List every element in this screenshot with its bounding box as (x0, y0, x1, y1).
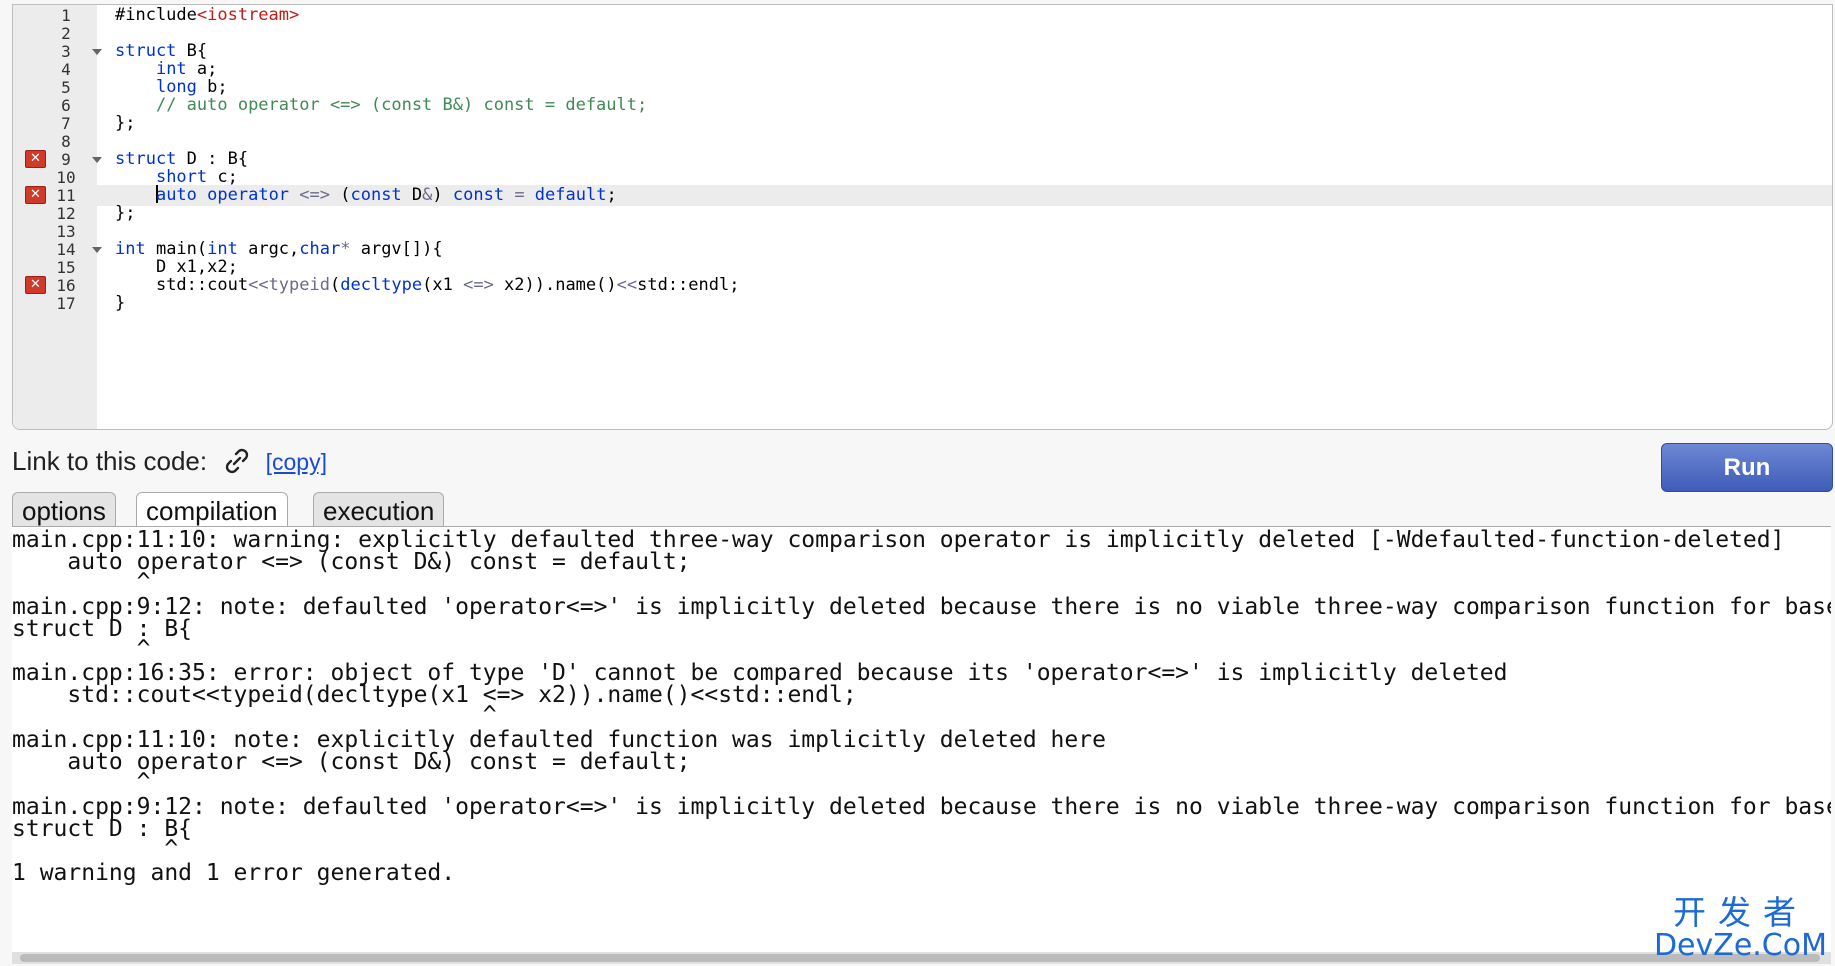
output-line: main.cpp:9:12: note: defaulted 'operator… (12, 794, 1831, 820)
code-text[interactable]: } (115, 293, 125, 314)
output-line: ^ (12, 769, 151, 795)
tab-options[interactable]: options (12, 492, 116, 526)
link-label: Link to this code: (12, 446, 208, 476)
compiler-output: main.cpp:11:10: warning: explicitly defa… (12, 526, 1831, 957)
x-icon[interactable]: ✕ (25, 150, 46, 168)
line-number: 17 (56, 294, 76, 313)
chain-link-icon[interactable] (222, 446, 252, 483)
code-editor[interactable]: 1 #include<iostream> 2 3 struct B{4 int a; 5 … (12, 4, 1833, 430)
fold-arrow-icon[interactable] (92, 157, 102, 163)
watermark-line2: DevZe.CoM (1653, 928, 1827, 963)
tab-execution[interactable]: execution (313, 492, 445, 526)
fold-arrow-icon[interactable] (92, 49, 102, 55)
output-line: ^ (12, 569, 151, 595)
code-line[interactable]: 17} (13, 293, 1832, 314)
link-to-code-row: Link to this code: [copy] (12, 446, 327, 483)
output-line: 1 warning and 1 error generated. (12, 860, 456, 886)
output-line: main.cpp:9:12: note: defaulted 'operator… (12, 594, 1831, 620)
tab-compilation[interactable]: compilation (136, 492, 288, 528)
run-button[interactable]: Run (1661, 443, 1833, 492)
watermark-logo: 开发者 DevZe.CoM (1654, 896, 1827, 962)
watermark-line1: 开发者 (1672, 894, 1808, 931)
output-line: ^ (12, 836, 179, 862)
x-icon[interactable]: ✕ (25, 186, 46, 204)
output-line: ^ (12, 636, 151, 662)
output-line: ^ (12, 702, 497, 728)
fold-arrow-icon[interactable] (92, 247, 102, 253)
scrollbar-thumb[interactable] (20, 954, 1820, 962)
horizontal-scrollbar[interactable] (12, 952, 1831, 964)
x-icon[interactable]: ✕ (25, 276, 46, 294)
copy-link[interactable]: [copy] (266, 449, 327, 475)
